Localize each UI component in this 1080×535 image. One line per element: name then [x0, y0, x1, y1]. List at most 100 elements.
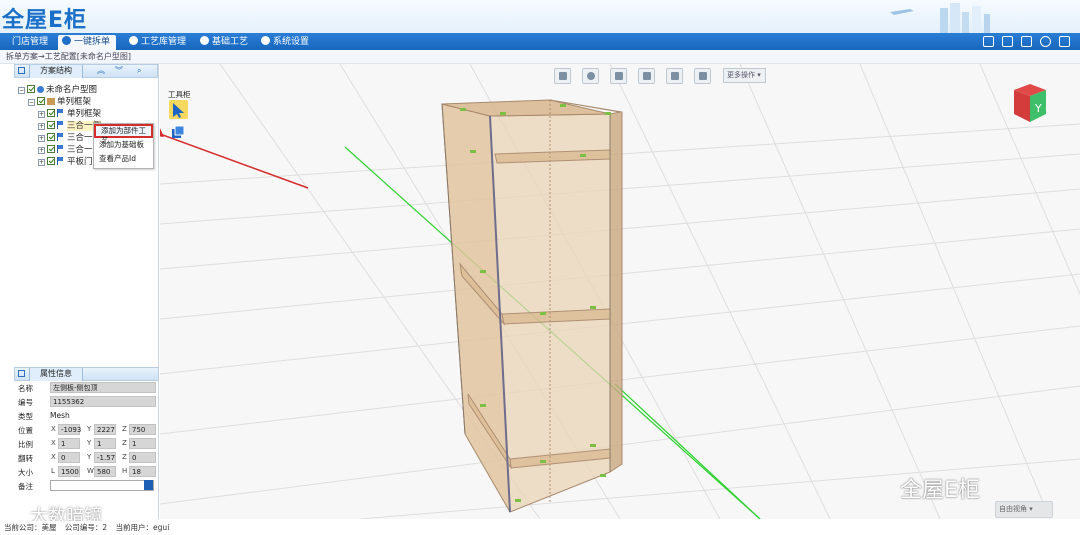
- save-icon[interactable]: [144, 480, 153, 490]
- status-bar: 当前公司：美屋 公司编号：2 当前用户：egui: [0, 521, 1080, 535]
- toolbar-button-3[interactable]: [610, 68, 627, 84]
- more-operations-dropdown[interactable]: 更多操作 ▾: [723, 68, 766, 83]
- prop-size-h[interactable]: 18: [129, 466, 156, 477]
- prop-type-row: 类型 Mesh: [18, 411, 70, 421]
- tree-node-door[interactable]: + 平板门-: [38, 156, 96, 168]
- save-icon[interactable]: [1002, 36, 1013, 47]
- prop-name-value[interactable]: 左侧板-侧包顶: [50, 382, 156, 393]
- prop-rotation-row: 翻转 X 0 Y -1.57 Z 0: [14, 451, 159, 465]
- collapse-icon[interactable]: −: [18, 87, 25, 94]
- status-company-code: 公司编号：2: [64, 523, 108, 532]
- 3d-viewport[interactable]: 更多操作 ▾ 工具柜 Y 自由视角 ▾: [160, 64, 1080, 519]
- cube-icon: [615, 72, 623, 80]
- flag-icon: [57, 145, 64, 153]
- expand-icon[interactable]: +: [38, 123, 45, 130]
- checkbox[interactable]: [47, 109, 55, 117]
- expand-icon[interactable]: +: [38, 159, 45, 166]
- toolbar-button-4[interactable]: [638, 68, 655, 84]
- prop-rot-z[interactable]: 0: [129, 452, 156, 463]
- expand-down-icon[interactable]: ︾: [115, 65, 123, 77]
- properties-icon: [18, 370, 25, 377]
- checkbox[interactable]: [47, 157, 55, 165]
- tab-basic-process[interactable]: 基础工艺: [196, 35, 254, 50]
- properties-panel-title: 属性信息: [29, 368, 83, 381]
- chevron-down-icon: ▾: [757, 71, 761, 79]
- expand-icon[interactable]: +: [38, 147, 45, 154]
- checkbox[interactable]: [47, 133, 55, 141]
- prop-scale-y[interactable]: 1: [94, 438, 116, 449]
- prop-scale-z[interactable]: 1: [129, 438, 156, 449]
- collapse-icon[interactable]: −: [28, 99, 35, 106]
- tree-node-frame[interactable]: − 单列框架: [28, 96, 91, 108]
- watermark: 全屋E柜: [900, 478, 980, 503]
- check-circle-icon: [129, 36, 138, 45]
- view-cube-label: Y: [1034, 102, 1042, 115]
- prop-code-value[interactable]: 1155362: [50, 396, 156, 407]
- menu-item-add-base-board[interactable]: 添加为基础板: [94, 138, 153, 152]
- plan-icon: [37, 86, 44, 93]
- checkbox[interactable]: [37, 97, 45, 105]
- prop-name-row: 名称 左侧板-侧包顶: [14, 381, 159, 395]
- scheme-tree: − 未命名户型图 − 单列框架 + 单列框架 + 三合一侧 + 三合一层 + 三合一层 + 平…: [14, 78, 158, 368]
- header-tool-icons: [983, 36, 1070, 47]
- prop-remark-row: 备注: [14, 479, 159, 493]
- remark-input[interactable]: [50, 480, 154, 491]
- prop-rot-x[interactable]: 0: [58, 452, 80, 463]
- menu-item-view-product-id[interactable]: 查看产品Id: [94, 152, 153, 166]
- checkbox[interactable]: [47, 145, 55, 153]
- tab-process-library[interactable]: 工艺库管理: [125, 35, 192, 50]
- view-cube[interactable]: Y: [1008, 80, 1050, 126]
- toolbar-button-2[interactable]: [582, 68, 599, 84]
- tree-node-selected[interactable]: + 三合一侧: [38, 120, 102, 132]
- user-icon[interactable]: [1021, 36, 1032, 47]
- expand-icon[interactable]: +: [38, 111, 45, 118]
- properties-panel-header: 属性信息: [14, 367, 159, 381]
- tab-system-settings[interactable]: 系统设置: [257, 35, 315, 50]
- prop-rot-y[interactable]: -1.57: [94, 452, 116, 463]
- header-skyline-decoration: [890, 3, 990, 33]
- tab-store-management[interactable]: 门店管理: [8, 35, 54, 50]
- menu-item-add-part-process[interactable]: 添加为部件工艺: [94, 124, 153, 145]
- toolbar-button-5[interactable]: [666, 68, 683, 84]
- tab-one-click-split[interactable]: 一键拆单: [58, 35, 117, 50]
- target-icon: [587, 72, 595, 80]
- view-mode-select[interactable]: 自由视角 ▾: [995, 501, 1053, 518]
- collapse-up-icon[interactable]: ︽: [97, 65, 105, 77]
- app-window: 全屋E柜 门店管理 一键拆单 工艺库管理 基础工艺 系统设置 拆单方案→工艺配置…: [0, 0, 1080, 535]
- cursor-icon: [173, 103, 184, 118]
- tree-node-layer-1[interactable]: + 三合一层: [38, 132, 101, 144]
- main-nav: 门店管理 一键拆单 工艺库管理 基础工艺 系统设置: [0, 33, 1080, 50]
- prop-scale-row: 比例 X 1 Y 1 Z 1: [14, 437, 159, 451]
- chevron-down-icon: ▾: [1029, 505, 1033, 513]
- search-icon[interactable]: ⌕: [137, 65, 141, 77]
- prop-size-w[interactable]: 580: [94, 466, 116, 477]
- prop-pos-z[interactable]: 750: [129, 424, 156, 435]
- tree-node-layer-2[interactable]: + 三合一层: [38, 144, 101, 156]
- tree-node-root[interactable]: − 未命名户型图: [18, 84, 97, 96]
- prop-scale-x[interactable]: 1: [58, 438, 80, 449]
- prop-size-l[interactable]: 1500: [58, 466, 80, 477]
- context-menu: 添加为部件工艺 添加为基础板 查看产品Id: [93, 123, 154, 169]
- exit-icon[interactable]: [1059, 36, 1070, 47]
- breadcrumb: 拆单方案→工艺配置[未命名户型图]: [0, 50, 1080, 64]
- gear-icon[interactable]: [1040, 36, 1051, 47]
- screen-icon[interactable]: [983, 36, 994, 47]
- folder-icon: [559, 72, 567, 80]
- checkbox[interactable]: [47, 121, 55, 129]
- toolbox-label: 工具柜: [168, 90, 191, 99]
- toolbar-button-1[interactable]: [554, 68, 571, 84]
- copy-tool-button[interactable]: [171, 125, 186, 139]
- lightning-icon: [699, 72, 707, 80]
- prop-pos-x[interactable]: -1093: [58, 424, 81, 435]
- properties-panel: 属性信息 名称 左侧板-侧包顶 编号 1155362 类型 Mesh 位置 X …: [14, 367, 159, 493]
- app-logo: 全屋E柜: [2, 8, 88, 33]
- scheme-panel-header: 方案结构 ︽ ︾ ⌕: [14, 64, 158, 78]
- checkbox[interactable]: [27, 85, 35, 93]
- toolbar-button-6[interactable]: [694, 68, 711, 84]
- prop-pos-y[interactable]: 2227: [94, 424, 116, 435]
- flag-icon: [57, 157, 64, 165]
- tree-node-frame-child[interactable]: + 单列框架: [38, 108, 101, 120]
- select-tool-button[interactable]: [169, 100, 188, 119]
- prop-code-row: 编号 1155362: [14, 395, 159, 409]
- expand-icon[interactable]: +: [38, 135, 45, 142]
